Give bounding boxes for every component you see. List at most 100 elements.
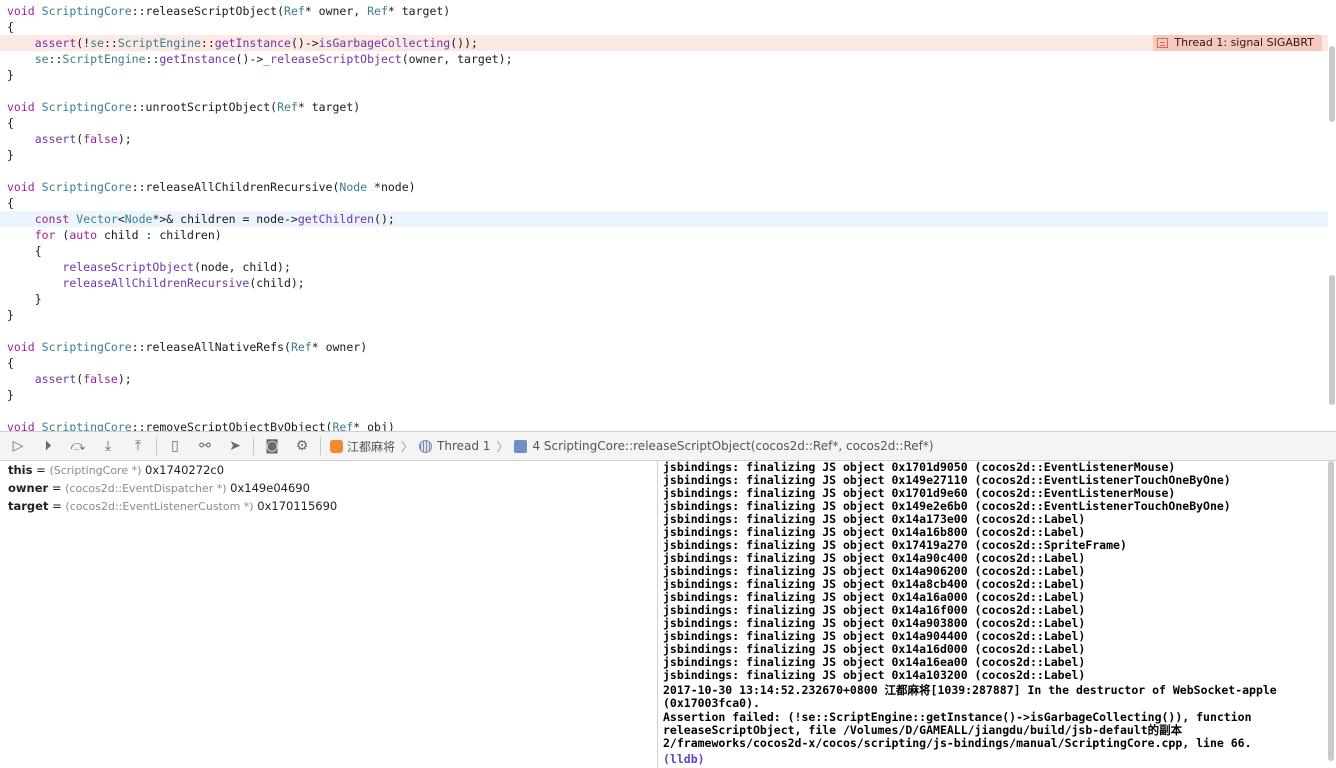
pane-divider[interactable] (657, 461, 658, 768)
variable-name: this (8, 463, 33, 477)
token-param: * target (387, 4, 444, 18)
token: auto (69, 228, 98, 242)
error-annotation-text: Thread 1: signal SIGABRT (1174, 36, 1314, 49)
variable-type: (ScriptingCore *) (49, 464, 142, 477)
variable-type: (cocos2d::EventListenerCustom *) (65, 500, 254, 513)
token: const (34, 212, 70, 226)
code-line: void ScriptingCore::releaseAllNativeRefs… (0, 339, 1328, 355)
token: getInstance (214, 36, 291, 50)
token-class: ScriptingCore (41, 420, 132, 431)
lldb-prompt[interactable]: (lldb) (663, 752, 1327, 766)
app-icon (330, 439, 343, 453)
code-line: { (7, 244, 42, 258)
step-out-button[interactable]: ⤒ (123, 432, 153, 460)
token: assert (34, 132, 77, 146)
code-line: se::ScriptEngine::getInstance()->_releas… (0, 51, 1328, 67)
token-class: ScriptingCore (41, 180, 132, 194)
breakpoints-toggle-button[interactable]: ▷ (3, 432, 33, 460)
token-param: *node (367, 180, 409, 194)
token-method: removeScriptObjectByObject (145, 420, 326, 431)
variables-view[interactable]: this = (ScriptingCore *) 0x1740272c0 owne… (0, 461, 657, 768)
breadcrumb-frame[interactable]: 4 ScriptingCore::releaseScriptObject(coc… (532, 439, 933, 453)
step-into-button[interactable]: ⤓ (93, 432, 123, 460)
token-type: Ref (332, 420, 354, 431)
debug-bar-separator (320, 437, 321, 455)
code-line: assert(!se::ScriptEngine::getInstance()-… (0, 35, 1328, 51)
token: , (353, 4, 368, 18)
code-line: } (7, 148, 14, 162)
token: ) (353, 100, 361, 114)
token: < (117, 212, 125, 226)
memory-graph-button[interactable]: ⚯ (190, 432, 220, 460)
token-class: ScriptingCore (41, 340, 132, 354)
editor-scrollbar-lower[interactable] (1329, 275, 1335, 405)
token-keyword: void (7, 340, 35, 354)
code-line: } (7, 292, 42, 306)
debug-view-hierarchy-button[interactable]: ▯ (160, 432, 190, 460)
token: ()); (450, 36, 478, 50)
breadcrumb: 江都麻将 〉 Thread 1 〉 4 ScriptingCore::relea… (330, 438, 934, 455)
variable-value: 0x170115690 (257, 499, 338, 513)
token: ( (277, 4, 285, 18)
token: :: (200, 36, 215, 50)
token: *>& children = node-> (152, 212, 298, 226)
code-line: } (7, 308, 14, 322)
continue-button[interactable]: ⏵ (33, 432, 63, 460)
code-editor[interactable]: void ScriptingCore::releaseScriptObject(… (0, 0, 1336, 431)
error-annotation[interactable]: Thread 1: signal SIGABRT (1153, 35, 1322, 51)
environment-overrides-icon: ⚙ (295, 438, 309, 454)
environment-overrides-button[interactable]: ⚙ (287, 432, 317, 460)
step-over-icon: ⤼ (70, 438, 86, 454)
thread-icon (419, 439, 433, 453)
variable-equals: = (48, 481, 66, 495)
token: :: (48, 52, 63, 66)
token-param: * owner (311, 340, 361, 354)
token-keyword: void (7, 100, 35, 114)
breadcrumb-thread[interactable]: Thread 1 (437, 439, 490, 453)
code-line: for (auto child : children) (0, 227, 1328, 243)
token: assert (34, 36, 77, 50)
variable-name: target (8, 499, 49, 513)
token: se (90, 36, 104, 50)
token: ); (117, 372, 132, 386)
token: :: (131, 420, 146, 431)
editor-scrollbar[interactable] (1329, 46, 1335, 122)
variable-row[interactable]: target = (cocos2d::EventListenerCustom *… (8, 497, 337, 515)
continue-icon: ⏵ (44, 438, 52, 454)
camera-icon: ◙ (265, 438, 279, 454)
variable-row[interactable]: owner = (cocos2d::EventDispatcher *) 0x1… (8, 479, 310, 497)
token-type: Ref (290, 340, 312, 354)
simulate-location-button[interactable]: ➤ (220, 432, 250, 460)
code-line: void ScriptingCore::unrootScriptObject(R… (0, 99, 1328, 115)
token: :: (131, 100, 146, 114)
code-line: { (7, 196, 14, 210)
memory-graph-icon: ⚯ (199, 438, 211, 454)
variable-value: 0x1740272c0 (145, 463, 225, 477)
camera-button[interactable]: ◙ (257, 432, 287, 460)
console-scrollbar[interactable] (1328, 461, 1334, 761)
token-keyword: void (7, 4, 35, 18)
token: (owner, target); (401, 52, 513, 66)
token: ); (117, 132, 132, 146)
token-method: releaseScriptObject (145, 4, 278, 18)
token-method: releaseAllNativeRefs (145, 340, 284, 354)
code-line: void ScriptingCore::releaseAllChildrenRe… (0, 179, 1328, 195)
code-line: } (7, 68, 14, 82)
token: ( (55, 228, 70, 242)
error-annotation-icon (1157, 38, 1169, 48)
code-line: void ScriptingCore::releaseScriptObject(… (0, 3, 1328, 19)
token: ScriptEngine (117, 36, 201, 50)
breadcrumb-app[interactable]: 江都麻将 (347, 438, 395, 455)
breakpoints-toggle-icon: ▷ (12, 438, 24, 454)
console-output[interactable]: jsbindings: finalizing JS object 0x1701d… (663, 461, 1331, 768)
step-over-button[interactable]: ⤼ (63, 432, 93, 460)
variable-row[interactable]: this = (ScriptingCore *) 0x1740272c0 (8, 461, 224, 479)
